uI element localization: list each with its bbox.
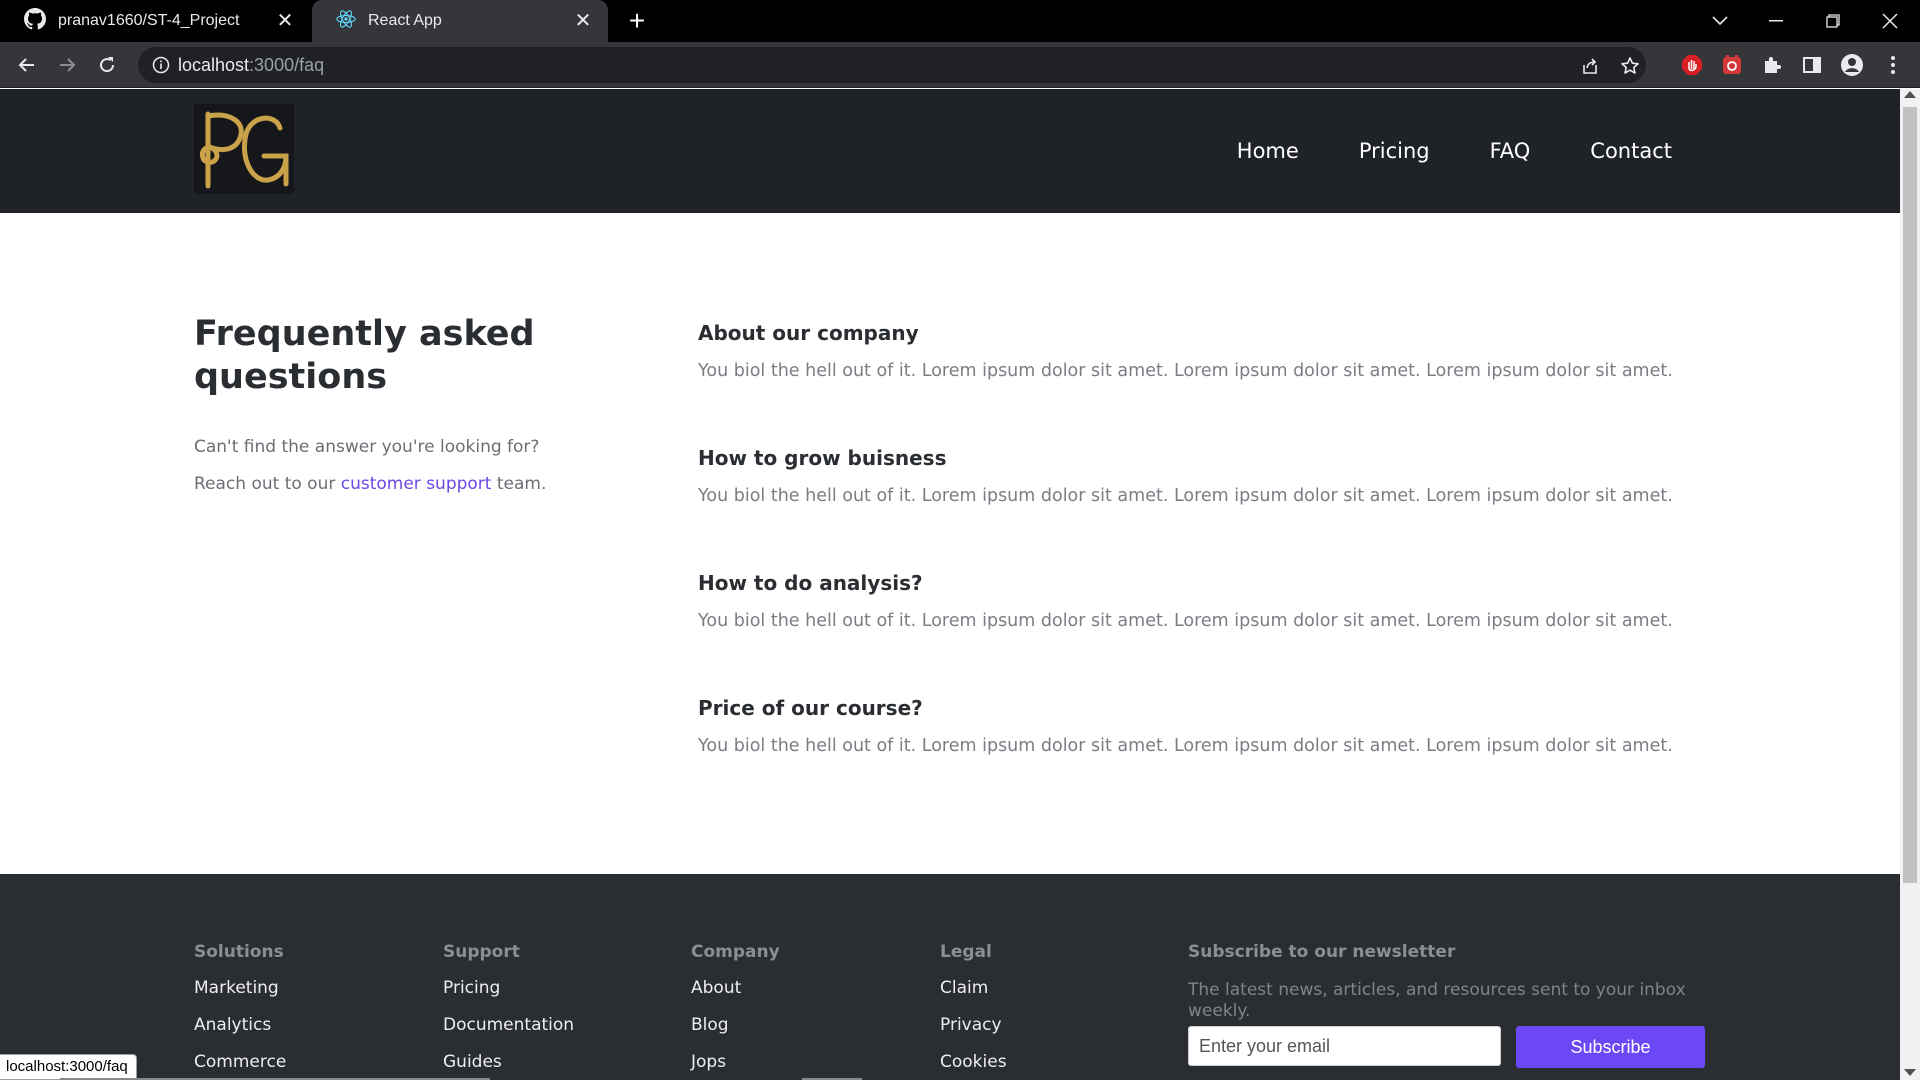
footer-link-commerce[interactable]: Commerce — [194, 1052, 286, 1073]
nav-link-home[interactable]: Home — [1237, 139, 1299, 163]
page-viewport: PG Home Pricing FAQ Contact Frequently a… — [0, 89, 1900, 1080]
newsletter: Subscribe to our newsletter The latest n… — [1188, 942, 1708, 1068]
faq-subtitle-post: team. — [491, 474, 547, 494]
faq-answer: You biol the hell out of it. Lorem ipsum… — [698, 486, 1673, 506]
extensions-puzzle-icon[interactable] — [1760, 53, 1784, 77]
logo-text: PG — [294, 104, 295, 105]
url-text: localhost:3000/faq — [178, 47, 324, 83]
scroll-down-arrow-icon[interactable] — [1904, 1069, 1916, 1076]
newsletter-text: The latest news, articles, and resources… — [1188, 980, 1686, 1021]
faq-item: How to grow buisness You biol the hell o… — [698, 446, 1700, 571]
browser-window: pranav1660/ST-4_Project ✕ React App ✕ + — [0, 0, 1920, 1080]
faq-question: How to do analysis? — [698, 571, 923, 595]
recorder-extension-icon[interactable] — [1720, 53, 1744, 77]
footer-link-analytics[interactable]: Analytics — [194, 1015, 286, 1036]
subscribe-button[interactable]: Subscribe — [1516, 1026, 1705, 1068]
faq-answer: You biol the hell out of it. Lorem ipsum… — [698, 361, 1673, 381]
faq-question: How to grow buisness — [698, 446, 947, 470]
tab-title: pranav1660/ST-4_Project — [58, 12, 240, 29]
tab-strip: pranav1660/ST-4_Project ✕ React App ✕ + — [0, 0, 1920, 42]
main-nav: Home Pricing FAQ Contact — [1177, 89, 1672, 213]
url-host: localhost — [178, 55, 250, 75]
tab-title: React App — [368, 12, 442, 29]
reload-icon[interactable] — [92, 50, 122, 80]
nav-link-pricing[interactable]: Pricing — [1359, 139, 1430, 163]
share-icon[interactable] — [1579, 55, 1601, 77]
footer-column-solutions: Solutions Marketing Analytics Commerce — [194, 942, 286, 1073]
footer-link-documentation[interactable]: Documentation — [443, 1015, 574, 1036]
footer-link-pricing[interactable]: Pricing — [443, 978, 574, 999]
faq-title: Frequently asked questions — [194, 314, 535, 397]
adblock-extension-icon[interactable] — [1680, 53, 1704, 77]
faq-item: Price of our course? You biol the hell o… — [698, 696, 1700, 821]
new-tab-button[interactable]: + — [622, 6, 652, 36]
github-icon — [24, 7, 46, 35]
footer-link-cookies[interactable]: Cookies — [940, 1052, 1007, 1073]
footer-column-support: Support Pricing Documentation Guides — [443, 942, 574, 1073]
email-input[interactable] — [1188, 1026, 1501, 1066]
faq-answer: You biol the hell out of it. Lorem ipsum… — [698, 736, 1673, 756]
menu-kebab-icon[interactable] — [1881, 53, 1905, 77]
profile-avatar-icon[interactable] — [1840, 53, 1864, 77]
faq-question: About our company — [698, 321, 919, 345]
footer-link-jops[interactable]: Jops — [691, 1052, 780, 1073]
footer-link-claim[interactable]: Claim — [940, 978, 1007, 999]
footer-heading: Company — [691, 942, 780, 962]
newsletter-form: Subscribe — [1188, 1026, 1708, 1068]
footer-heading: Solutions — [194, 942, 284, 962]
footer-link-marketing[interactable]: Marketing — [194, 978, 286, 999]
close-window-icon[interactable] — [1862, 0, 1918, 42]
scrollbar-thumb[interactable] — [1903, 107, 1917, 883]
site-header: PG Home Pricing FAQ Contact — [0, 89, 1900, 213]
page-scrollbar[interactable] — [1900, 89, 1920, 1080]
footer-link-about[interactable]: About — [691, 978, 780, 999]
tab-search-icon[interactable] — [1692, 0, 1748, 42]
footer-heading: Support — [443, 942, 520, 962]
faq-subtitle-line1: Can't find the answer you're looking for… — [194, 437, 540, 457]
pg-logo[interactable]: PG — [194, 104, 294, 194]
back-icon[interactable] — [12, 50, 42, 80]
faq-question: Price of our course? — [698, 696, 923, 720]
nav-link-faq[interactable]: FAQ — [1490, 139, 1531, 163]
browser-toolbar: localhost:3000/faq — [0, 42, 1920, 88]
footer-column-legal: Legal Claim Privacy Cookies — [940, 942, 1007, 1073]
newsletter-heading: Subscribe to our newsletter — [1188, 942, 1456, 962]
footer-column-company: Company About Blog Jops — [691, 942, 780, 1073]
status-bubble: localhost:3000/faq — [0, 1054, 137, 1080]
side-panel-icon[interactable] — [1800, 53, 1824, 77]
site-footer: Solutions Marketing Analytics Commerce S… — [0, 874, 1900, 1080]
address-bar[interactable]: localhost:3000/faq — [138, 47, 1646, 83]
site-info-icon[interactable] — [152, 56, 170, 79]
footer-heading: Legal — [940, 942, 992, 962]
close-tab-icon[interactable]: ✕ — [572, 10, 594, 32]
forward-icon[interactable] — [52, 50, 82, 80]
url-path: :3000/faq — [249, 55, 325, 75]
faq-subtitle: Can't find the answer you're looking for… — [194, 429, 634, 503]
tab-react-app[interactable]: React App ✕ — [312, 0, 608, 42]
faq-item: How to do analysis? You biol the hell ou… — [698, 571, 1700, 696]
customer-support-link[interactable]: customer support — [341, 474, 492, 494]
faq-answer: You biol the hell out of it. Lorem ipsum… — [698, 611, 1673, 631]
footer-link-privacy[interactable]: Privacy — [940, 1015, 1007, 1036]
faq-list: About our company You biol the hell out … — [698, 321, 1700, 821]
minimize-icon[interactable] — [1748, 0, 1804, 42]
restore-icon[interactable] — [1805, 0, 1861, 42]
bookmark-star-icon[interactable] — [1619, 55, 1641, 77]
footer-link-guides[interactable]: Guides — [443, 1052, 574, 1073]
scroll-up-arrow-icon[interactable] — [1904, 91, 1916, 98]
react-icon — [336, 9, 356, 34]
faq-intro: Frequently asked questions Can't find th… — [194, 313, 634, 503]
faq-subtitle-pre: Reach out to our — [194, 474, 341, 494]
tab-github[interactable]: pranav1660/ST-4_Project ✕ — [0, 0, 310, 42]
footer-link-blog[interactable]: Blog — [691, 1015, 780, 1036]
faq-item: About our company You biol the hell out … — [698, 321, 1700, 446]
nav-link-contact[interactable]: Contact — [1590, 139, 1672, 163]
close-tab-icon[interactable]: ✕ — [274, 10, 296, 32]
